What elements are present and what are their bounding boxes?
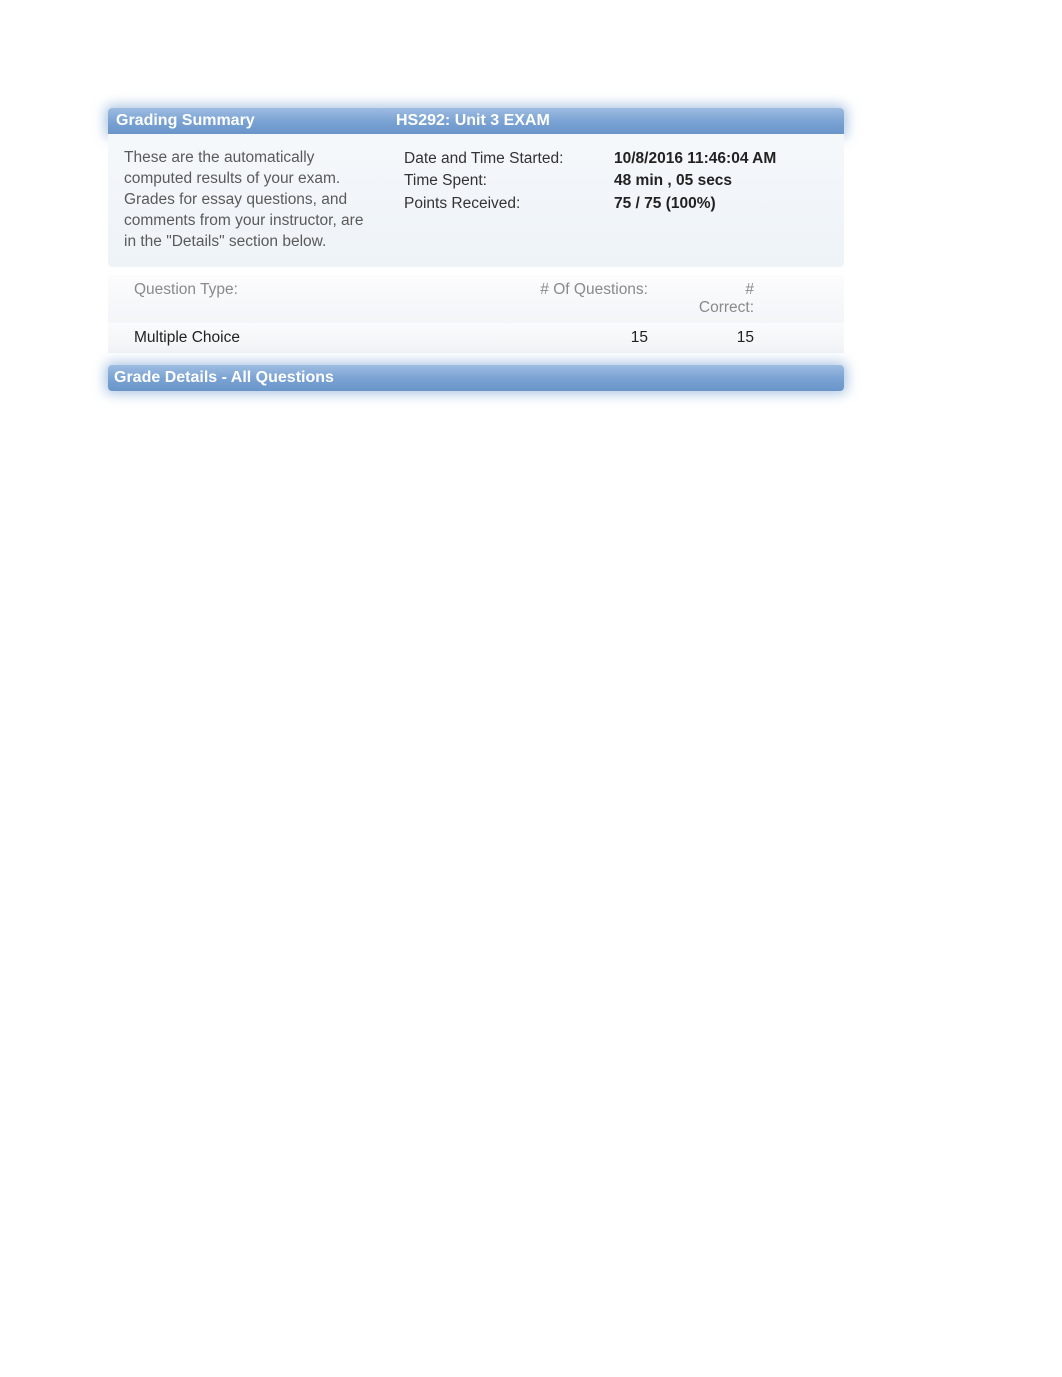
grade-details-bar: Grade Details - All Questions [108, 365, 844, 391]
cell-num-questions: 15 [408, 329, 688, 347]
table-row: Multiple Choice 15 15 [108, 323, 844, 353]
cell-num-correct: 15 [688, 329, 844, 347]
table-header-row: Question Type: # Of Questions: # Correct… [108, 275, 844, 323]
summary-labels: Date and Time Started: Time Spent: Point… [404, 148, 614, 253]
header-num-correct: # Correct: [688, 281, 844, 317]
header-num-questions: # Of Questions: [408, 281, 688, 317]
summary-values: 10/8/2016 11:46:04 AM 48 min , 05 secs 7… [614, 148, 828, 253]
grade-report-container: Grading Summary HS292: Unit 3 EXAM These… [108, 108, 844, 391]
grade-details-title: Grade Details - All Questions [114, 369, 334, 386]
summary-description: These are the automatically computed res… [108, 134, 388, 267]
summary-row: These are the automatically computed res… [108, 134, 844, 267]
value-time-spent: 48 min , 05 secs [614, 170, 828, 192]
grading-summary-title: Grading Summary [116, 112, 396, 130]
header-bar: Grading Summary HS292: Unit 3 EXAM [108, 108, 844, 134]
question-table: Question Type: # Of Questions: # Correct… [108, 275, 844, 353]
label-time-spent: Time Spent: [404, 170, 614, 192]
exam-title: HS292: Unit 3 EXAM [396, 112, 836, 130]
header-question-type: Question Type: [108, 281, 408, 317]
summary-stats: Date and Time Started: Time Spent: Point… [388, 134, 844, 267]
value-points-received: 75 / 75 (100%) [614, 193, 828, 215]
label-points-received: Points Received: [404, 193, 614, 215]
cell-question-type: Multiple Choice [108, 329, 408, 347]
value-date-started: 10/8/2016 11:46:04 AM [614, 148, 828, 170]
label-date-started: Date and Time Started: [404, 148, 614, 170]
